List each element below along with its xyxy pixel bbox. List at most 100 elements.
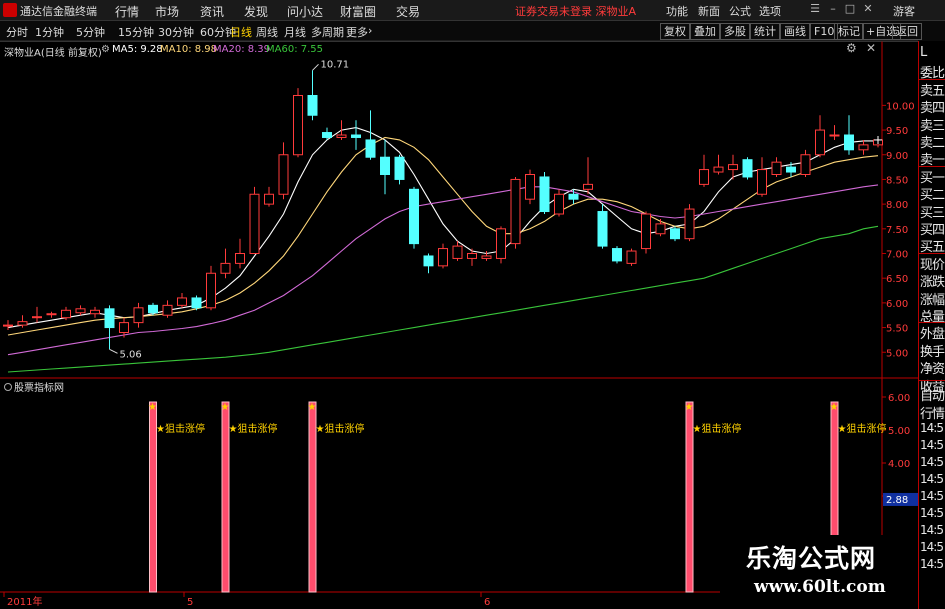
side-lower-7: 14:5 [920, 506, 944, 520]
side-label-0: L [920, 45, 927, 60]
side-label-11: 买五 [920, 240, 945, 255]
candle-body-down [307, 95, 318, 116]
candle-body-up [641, 213, 651, 250]
signal-star-icon: ★ [830, 402, 839, 413]
annotation-high-label: 10.71 [321, 59, 350, 70]
ytick-label: 5.50 [886, 324, 908, 335]
side-label-9: 买三 [920, 205, 945, 220]
signal-label: ★狙击涨停 [838, 422, 887, 435]
candle-body-up [699, 169, 709, 185]
candle-body-up [684, 208, 695, 240]
candle-body-down [191, 297, 202, 309]
xtick-label: 6 [484, 597, 490, 608]
indicator-ytick-label: 6.00 [888, 393, 910, 404]
ytick-label: 6.50 [886, 274, 908, 285]
candle-body-down [539, 176, 550, 213]
side-label-14: 涨幅 [920, 292, 945, 307]
candle-body-down [365, 139, 376, 158]
candle-body-down [380, 156, 390, 175]
quote-side-panel: L 委比 卖五 卖四 卖三 卖二 卖一 买一 买二 买三 买四 买五 现价 涨跌 涨幅 总量 外盘 换手 净资 收益自… [918, 41, 945, 609]
side-lower-6: 14:5 [920, 489, 944, 503]
side-label-10: 买四 [920, 223, 945, 237]
candle-body-up [133, 307, 144, 324]
candle-body-up [525, 174, 535, 200]
ytick-label: 5.00 [886, 348, 908, 359]
candle-body-down [786, 166, 796, 173]
candle-body-down [148, 304, 158, 314]
candle-body-up [264, 193, 274, 205]
signal-label: ★狙击涨停 [229, 422, 278, 435]
side-label-13: 涨跌 [920, 275, 945, 290]
candle-body-down [612, 248, 622, 262]
candle-body-up [235, 253, 245, 264]
candle-body-up [177, 297, 187, 306]
side-label-17: 换手 [920, 344, 945, 359]
indicator-ytick-label: 5.00 [888, 426, 910, 437]
side-separator [919, 380, 945, 381]
side-lower-2: 14:5 [920, 421, 944, 435]
ytick-label: 9.50 [886, 126, 908, 137]
candle-body-up [583, 183, 593, 190]
candle-body-up [61, 309, 71, 319]
side-label-3: 卖四 [920, 101, 945, 116]
ytick-label: 6.00 [886, 299, 908, 310]
price-chart[interactable]: 10.00 9.50 9.00 8.50 8.00 7.50 7.00 6.50 6.00 5.5… [0, 0, 918, 609]
candle-body-up [162, 304, 173, 316]
signal-label: ★狙击涨停 [156, 422, 205, 435]
watermark-title: 乐淘公式网 [746, 544, 877, 573]
side-label-16: 外盘 [920, 327, 945, 342]
side-lower-3: 14:5 [920, 438, 944, 452]
signal-star-icon: ★ [221, 402, 230, 413]
side-label-4: 卖三 [920, 118, 945, 133]
side-lower-0[interactable]: 自动 [920, 385, 945, 403]
annotation-low-pointer [109, 348, 118, 354]
candle-body-up [438, 248, 448, 267]
candle-body-down [670, 228, 680, 240]
annotation-high-pointer [312, 63, 319, 71]
side-lower-10: 14:5 [920, 557, 944, 571]
candle-body-up [293, 95, 303, 156]
candle-body-up [3, 324, 13, 327]
candle-body-down [423, 255, 434, 267]
candle-body-up [496, 228, 506, 259]
candle-body-down [394, 156, 405, 180]
ytick-label: 10.00 [886, 101, 915, 112]
ytick-label: 8.00 [886, 200, 908, 211]
side-label-12: 现价 [920, 257, 945, 272]
ytick-label: 7.50 [886, 225, 908, 236]
indicator-value-label: 2.88 [886, 495, 908, 506]
annotation-low-label: 5.06 [120, 349, 142, 360]
signal-label: ★狙击涨停 [316, 422, 365, 435]
candle-body-up [815, 129, 825, 156]
side-label-15: 总量 [920, 310, 945, 324]
side-lower-4: 14:5 [920, 455, 944, 469]
ytick-label: 7.00 [886, 250, 908, 261]
candle-body-up [481, 255, 492, 259]
side-label-6: 卖一 [920, 153, 945, 168]
candle-body-down [409, 188, 419, 245]
candle-body-down [322, 132, 332, 138]
candle-body-up [249, 193, 260, 254]
candle-body-up [206, 272, 216, 309]
candle-body-up [757, 169, 767, 195]
candle-body-up [858, 144, 869, 151]
side-label-18: 净资 [920, 362, 945, 377]
candle-body-up [554, 193, 564, 215]
xtick-label: 5 [187, 597, 193, 608]
candle-body-up [626, 250, 637, 264]
side-lower-1[interactable]: 行情 [920, 403, 945, 421]
side-label-2: 卖五 [920, 83, 945, 98]
candle-body-up [46, 313, 57, 316]
signal-star-icon: ★ [148, 402, 157, 413]
candle-body-down [351, 134, 361, 138]
candle-body-up [655, 223, 666, 235]
candle-body-down [844, 134, 854, 151]
candle-body-up [119, 322, 129, 333]
candle-body-up [713, 166, 724, 173]
side-lower-5: 14:5 [920, 472, 944, 486]
xtick-label: 2011年 [7, 595, 42, 608]
candle-body-up [467, 253, 477, 259]
signal-star-icon: ★ [308, 402, 317, 413]
candle-body-up [278, 154, 289, 195]
indicator-panel-label: 股票指标网 [14, 381, 64, 394]
